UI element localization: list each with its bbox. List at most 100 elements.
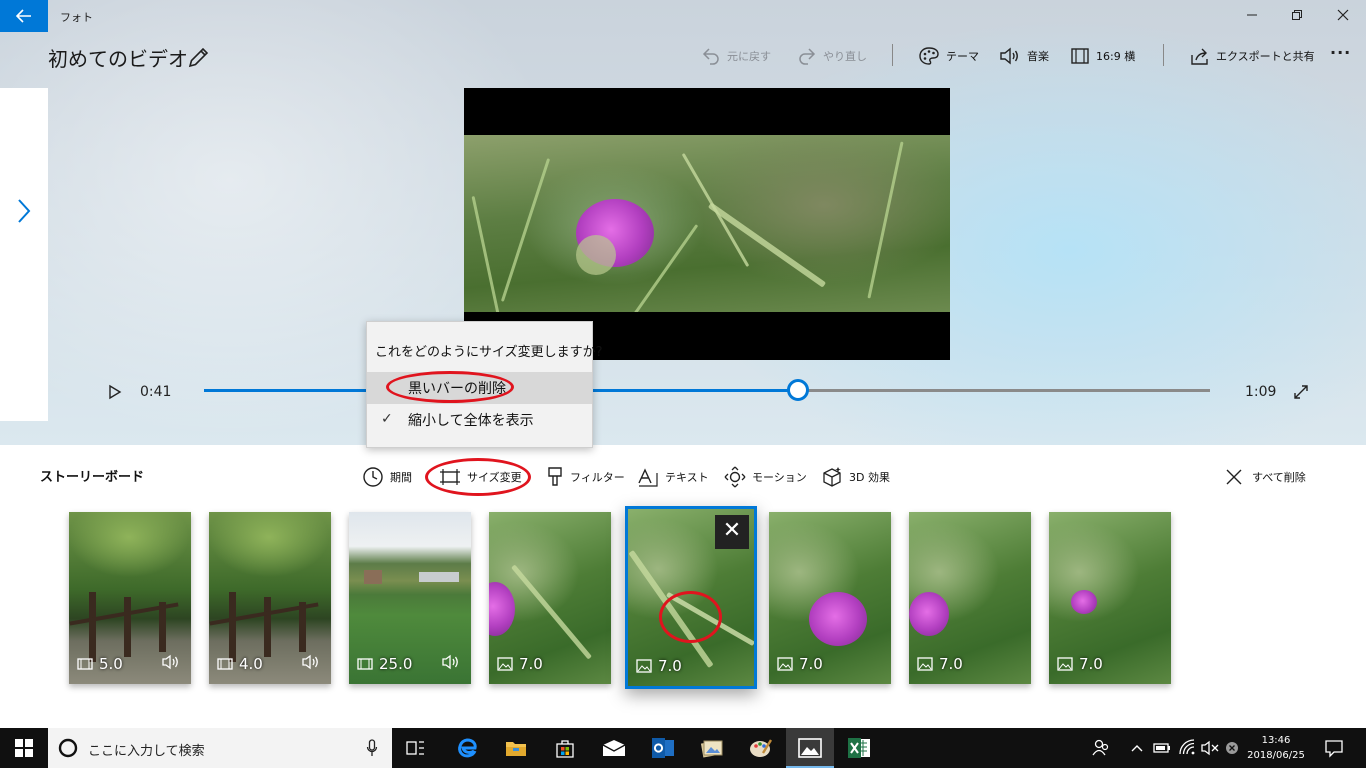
storyboard-clip[interactable]: 7.0 <box>909 512 1031 684</box>
back-button[interactable] <box>0 0 48 32</box>
video-preview[interactable] <box>464 88 950 360</box>
photo-icon <box>636 659 652 673</box>
brush-icon <box>548 467 562 486</box>
people-icon[interactable] <box>1092 738 1110 758</box>
project-title[interactable]: 初めてのビデオ <box>48 43 188 72</box>
dismiss-notification-icon[interactable] <box>1224 738 1240 758</box>
text-icon <box>638 468 658 487</box>
storyboard-clip[interactable]: 5.0 <box>69 512 191 684</box>
redo-label: やり直し <box>823 50 867 63</box>
taskbar-search[interactable]: ここに入力して検索 <box>48 728 392 768</box>
photo-icon <box>917 657 933 671</box>
microphone-icon[interactable] <box>366 739 378 757</box>
mail-button[interactable] <box>590 728 638 768</box>
text-button[interactable]: テキスト <box>637 466 709 488</box>
clip-duration: 25.0 <box>357 655 412 673</box>
edge-icon <box>458 738 477 758</box>
film-icon <box>77 658 93 670</box>
chevron-up-icon[interactable] <box>1130 738 1144 758</box>
motion-button[interactable]: モーション <box>724 466 807 488</box>
seek-thumb[interactable] <box>787 379 809 401</box>
storyboard-clip[interactable]: 4.0 <box>209 512 331 684</box>
resize-button[interactable]: サイズ変更 <box>439 466 522 488</box>
export-share-button[interactable]: エクスポートと共有 <box>1190 45 1315 67</box>
storyboard-clip[interactable]: 25.0 <box>349 512 471 684</box>
app-title: フォト <box>60 11 93 24</box>
theme-label: テーマ <box>946 50 979 63</box>
remove-all-label: すべて削除 <box>1252 471 1306 484</box>
storyboard-clip[interactable]: 7.0 <box>1049 512 1171 684</box>
system-clock[interactable]: 13:46 2018/06/25 <box>1245 733 1307 763</box>
action-center-icon[interactable] <box>1324 738 1344 758</box>
file-explorer-button[interactable] <box>492 728 540 768</box>
checkmark-icon: ✓ <box>381 411 393 427</box>
speaker-icon <box>302 654 318 670</box>
clock-date: 2018/06/25 <box>1247 750 1305 761</box>
clip-duration-value: 7.0 <box>1079 655 1103 673</box>
minimize-button[interactable] <box>1237 4 1267 30</box>
speaker-icon <box>442 654 458 670</box>
remove-all-button[interactable]: すべて削除 <box>1226 466 1306 488</box>
store-button[interactable] <box>541 728 589 768</box>
clip-duration-value: 7.0 <box>658 657 682 675</box>
toolbar-divider <box>1163 44 1164 66</box>
edit-title-pencil-icon[interactable] <box>186 44 212 70</box>
storyboard-clip-selected[interactable]: ✕ 7.0 <box>625 506 757 689</box>
total-time: 1:09 <box>1245 384 1277 400</box>
clock-time: 13:46 <box>1261 735 1291 746</box>
resize-label: サイズ変更 <box>467 471 522 484</box>
aspect-ratio-button[interactable]: 16:9 横 <box>1070 45 1135 67</box>
photos-stack-icon <box>700 740 723 758</box>
excel-button[interactable] <box>835 728 883 768</box>
outlook-button[interactable] <box>639 728 687 768</box>
paint-button[interactable] <box>737 728 785 768</box>
mail-icon <box>602 740 626 756</box>
play-icon[interactable] <box>108 384 122 400</box>
photo-icon <box>497 657 513 671</box>
taskbar: ここに入力して検索 13:46 2018/06/25 <box>0 728 1366 768</box>
palette-icon <box>919 47 939 65</box>
outlook-icon <box>652 738 674 758</box>
undo-icon <box>702 48 719 65</box>
back-arrow-icon <box>15 9 31 23</box>
maximize-button[interactable] <box>1282 4 1312 30</box>
filter-button[interactable]: フィルター <box>546 466 625 488</box>
chevron-right-icon[interactable] <box>16 198 32 224</box>
undo-button[interactable]: 元に戻す <box>701 45 771 67</box>
3d-effects-label: 3D 効果 <box>849 471 890 484</box>
remove-clip-button[interactable]: ✕ <box>715 515 749 549</box>
filter-label: フィルター <box>570 471 625 484</box>
task-view-button[interactable] <box>392 728 440 768</box>
shrink-to-fit-option[interactable]: ✓ 縮小して全体を表示 <box>367 404 592 436</box>
close-icon <box>1337 9 1349 21</box>
photo-viewer-button[interactable] <box>688 728 736 768</box>
edge-browser-button[interactable] <box>443 728 491 768</box>
resize-flyout: これをどのようにサイズ変更しますか? 黒いバーの削除 ✓ 縮小して全体を表示 <box>366 321 603 448</box>
3d-cube-icon <box>823 467 841 487</box>
3d-effects-button[interactable]: 3D 効果 <box>821 466 890 488</box>
remove-black-bars-option[interactable]: 黒いバーの削除 <box>367 372 592 404</box>
storyboard-clip[interactable]: 7.0 <box>769 512 891 684</box>
clip-duration: 7.0 <box>636 657 682 675</box>
storyboard-clip[interactable]: 7.0 <box>489 512 611 684</box>
volume-muted-icon[interactable] <box>1200 738 1220 758</box>
photos-app-button[interactable] <box>786 728 834 768</box>
battery-icon[interactable] <box>1152 738 1172 758</box>
clip-duration-value: 5.0 <box>99 655 123 673</box>
clip-duration-value: 4.0 <box>239 655 263 673</box>
duration-button[interactable]: 期間 <box>362 466 412 488</box>
seek-bar[interactable] <box>204 379 1210 401</box>
undo-label: 元に戻す <box>727 50 771 63</box>
clip-duration-value: 7.0 <box>939 655 963 673</box>
start-button[interactable] <box>0 728 48 768</box>
resize-icon <box>440 469 460 485</box>
wifi-icon[interactable] <box>1178 738 1196 758</box>
fullscreen-icon[interactable] <box>1293 384 1309 400</box>
close-window-button[interactable] <box>1328 4 1358 30</box>
redo-button[interactable]: やり直し <box>797 45 867 67</box>
clip-duration: 7.0 <box>917 655 963 673</box>
theme-button[interactable]: テーマ <box>918 45 979 67</box>
more-options-button[interactable]: ··· <box>1330 43 1351 62</box>
store-bag-icon <box>556 740 574 758</box>
music-button[interactable]: 音楽 <box>999 45 1049 67</box>
